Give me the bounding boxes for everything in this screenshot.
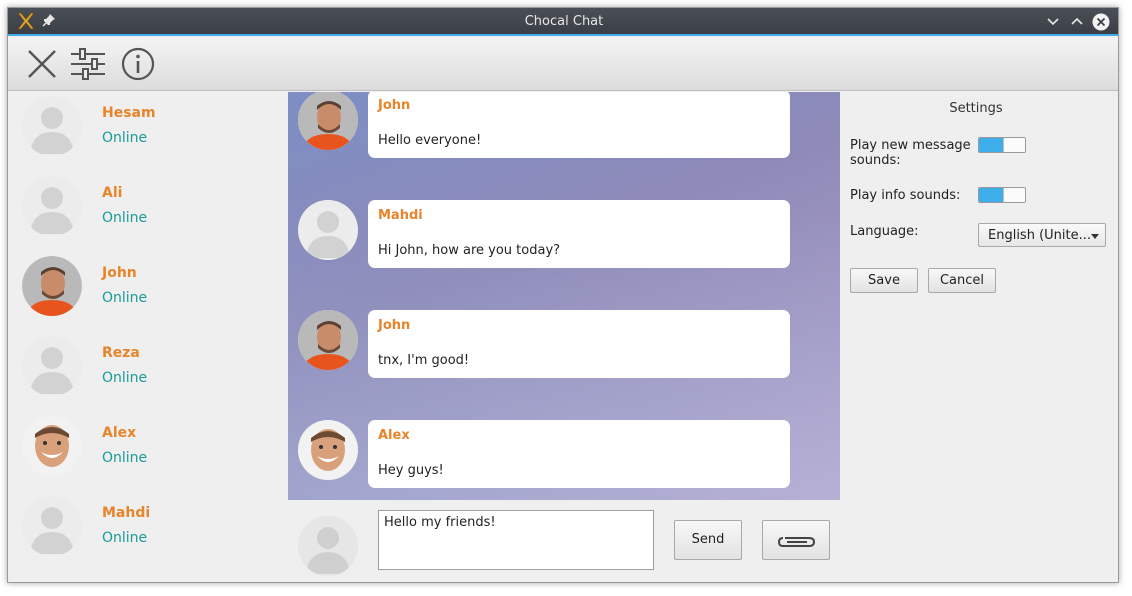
language-value: English (Unite... xyxy=(988,228,1092,243)
chat-messages: John Hello everyone! Mahdi Hi John, how are… xyxy=(288,92,840,500)
toolbar xyxy=(8,38,1118,91)
message-sender: John xyxy=(378,318,411,333)
settings-title: Settings xyxy=(949,101,1003,116)
dropdown-arrow-icon xyxy=(1091,234,1099,239)
avatar xyxy=(298,92,358,150)
contact-status: Online xyxy=(102,130,148,146)
contact-name: Hesam xyxy=(102,105,156,121)
close-icon[interactable] xyxy=(24,46,60,82)
contact-item[interactable]: Hesam Online xyxy=(8,92,288,172)
title-bar[interactable]: Chocal Chat xyxy=(8,8,1118,36)
contact-item[interactable]: Alex Online xyxy=(8,412,288,492)
window-title: Chocal Chat xyxy=(524,14,604,29)
message-bubble: Mahdi Hi John, how are you today? xyxy=(368,200,790,268)
avatar xyxy=(22,256,82,316)
contact-status: Online xyxy=(102,450,148,466)
avatar xyxy=(298,310,358,370)
minimize-icon[interactable] xyxy=(1044,13,1062,31)
contact-status: Online xyxy=(102,530,148,546)
window-close-icon[interactable] xyxy=(1092,13,1110,31)
contact-name: Mahdi xyxy=(102,505,151,521)
contact-item[interactable]: Ali Online xyxy=(8,172,288,252)
play-new-message-label: Play new message sounds: xyxy=(850,138,971,168)
message-text: tnx, I'm good! xyxy=(378,353,470,368)
avatar xyxy=(22,96,82,156)
settings-panel: Settings Play new message sounds: Play i… xyxy=(840,92,1118,582)
maximize-icon[interactable] xyxy=(1068,13,1086,31)
message-sender: Mahdi xyxy=(378,208,423,223)
settings-sliders-icon[interactable] xyxy=(70,46,106,82)
contact-name: John xyxy=(102,265,137,281)
app-window: Chocal Chat Hesam Online Ali Online John… xyxy=(7,7,1119,583)
message-bubble: John Hello everyone! xyxy=(368,92,790,158)
message-bubble: John tnx, I'm good! xyxy=(368,310,790,378)
contact-name: Reza xyxy=(102,345,140,361)
chat-message: John tnx, I'm good! xyxy=(288,310,840,390)
language-select[interactable]: English (Unite... xyxy=(978,223,1106,247)
avatar xyxy=(22,416,82,476)
avatar xyxy=(22,336,82,396)
contact-status: Online xyxy=(102,210,148,226)
contact-status: Online xyxy=(102,290,148,306)
avatar xyxy=(298,200,358,260)
save-button[interactable]: Save xyxy=(850,268,918,293)
attach-button[interactable] xyxy=(762,520,830,560)
contact-item[interactable]: Reza Online xyxy=(8,332,288,412)
message-sender: Alex xyxy=(378,428,410,443)
avatar xyxy=(22,496,82,556)
info-icon[interactable] xyxy=(120,46,156,82)
cancel-button[interactable]: Cancel xyxy=(928,268,996,293)
message-sender: John xyxy=(378,98,411,113)
language-label: Language: xyxy=(850,224,919,239)
contact-name: Ali xyxy=(102,185,123,201)
contact-status: Online xyxy=(102,370,148,386)
message-text: Hello everyone! xyxy=(378,133,482,148)
contact-name: Alex xyxy=(102,425,137,441)
play-info-label: Play info sounds: xyxy=(850,188,961,203)
composer: Hello my friends! Send xyxy=(288,500,840,582)
message-bubble: Alex Hey guys! xyxy=(368,420,790,488)
chat-message: John Hello everyone! xyxy=(288,92,840,170)
message-text: Hi John, how are you today? xyxy=(378,243,561,258)
play-info-toggle[interactable] xyxy=(978,187,1026,203)
contact-item[interactable]: John Online xyxy=(8,252,288,332)
message-input[interactable]: Hello my friends! xyxy=(378,510,654,570)
message-text: Hey guys! xyxy=(378,463,444,478)
chat-message: Mahdi Hi John, how are you today? xyxy=(288,200,840,280)
contact-list: Hesam Online Ali Online John Online Reza Online… xyxy=(8,92,288,582)
my-avatar xyxy=(298,516,358,576)
contact-item[interactable]: Mahdi Online xyxy=(8,492,288,572)
play-new-message-toggle[interactable] xyxy=(978,137,1026,153)
chat-message: Alex Hey guys! xyxy=(288,420,840,500)
avatar xyxy=(22,176,82,236)
avatar xyxy=(298,420,358,480)
paperclip-icon xyxy=(777,537,816,547)
send-button[interactable]: Send xyxy=(674,520,742,560)
